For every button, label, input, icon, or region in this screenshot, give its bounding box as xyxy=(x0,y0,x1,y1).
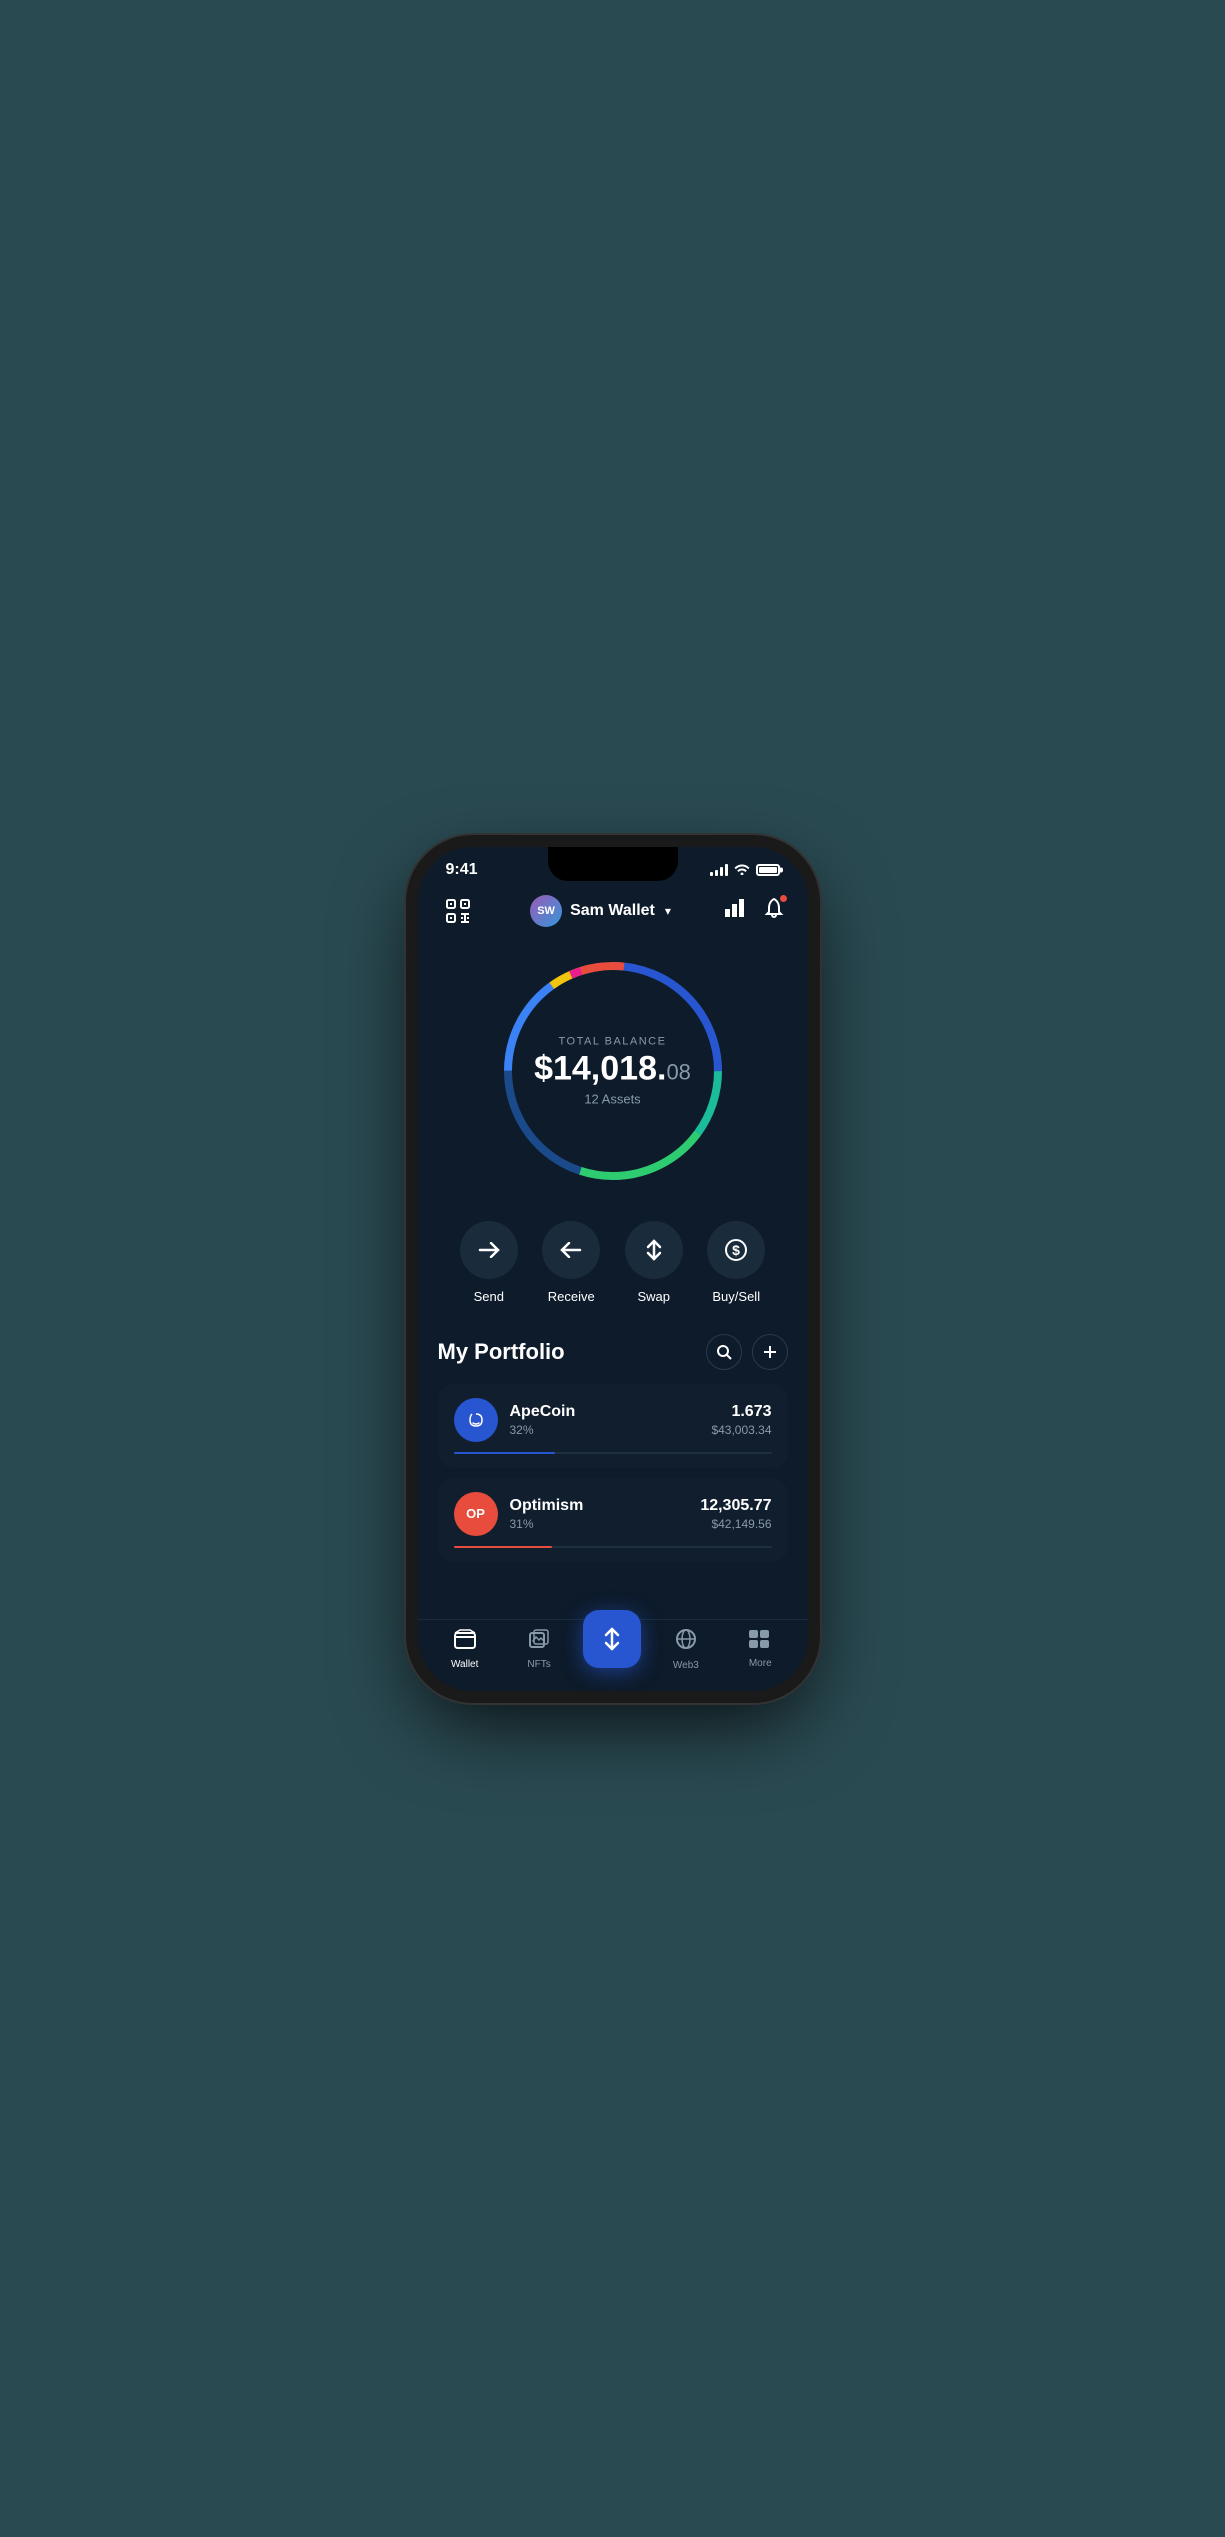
notification-bell[interactable] xyxy=(763,897,785,924)
swap-label: Swap xyxy=(637,1289,670,1304)
web3-nav-icon xyxy=(675,1628,697,1656)
ring-center: TOTAL BALANCE $14,018.08 12 Assets xyxy=(534,1035,691,1106)
nfts-nav-icon xyxy=(528,1629,550,1655)
more-nav-icon xyxy=(749,1630,771,1654)
svg-text:$: $ xyxy=(732,1242,740,1258)
swap-circle xyxy=(625,1221,683,1279)
status-icons xyxy=(710,862,780,878)
balance-amount: $14,018.08 xyxy=(534,1051,691,1085)
action-swap[interactable]: Swap xyxy=(625,1221,683,1304)
chevron-down-icon: ▾ xyxy=(665,904,671,918)
apecoin-usd: $43,003.34 xyxy=(711,1423,771,1437)
portfolio-actions xyxy=(706,1334,788,1370)
apecoin-progress-track xyxy=(454,1452,772,1454)
optimism-info: Optimism 31% xyxy=(510,1497,689,1531)
wallet-nav-icon xyxy=(454,1629,476,1655)
assets-count: 12 Assets xyxy=(534,1091,691,1106)
portfolio-section: My Portfolio xyxy=(418,1324,808,1619)
send-label: Send xyxy=(474,1289,504,1304)
status-time: 9:41 xyxy=(446,861,478,879)
nav-wallet-label: Wallet xyxy=(451,1659,478,1670)
apecoin-info: ApeCoin 32% xyxy=(510,1403,700,1437)
asset-row-apecoin: ApeCoin 32% 1.673 $43,003.34 xyxy=(454,1398,772,1442)
balance-cents: 08 xyxy=(666,1059,690,1084)
battery-icon xyxy=(756,864,780,876)
apecoin-progress-bar xyxy=(454,1452,556,1454)
phone-frame: 9:41 xyxy=(418,847,808,1691)
optimism-amount: 12,305.77 xyxy=(700,1497,771,1515)
nav-nfts-label: NFTs xyxy=(527,1659,550,1670)
header-right xyxy=(725,897,785,924)
nav-more[interactable]: More xyxy=(730,1630,790,1669)
apecoin-amount: 1.673 xyxy=(711,1403,771,1421)
search-button[interactable] xyxy=(706,1334,742,1370)
optimism-name: Optimism xyxy=(510,1497,689,1515)
actions-row: Send Receive xyxy=(418,1211,808,1324)
apecoin-logo xyxy=(454,1398,498,1442)
action-buysell[interactable]: $ Buy/Sell xyxy=(707,1221,765,1304)
asset-row-optimism: OP Optimism 31% 12,305.77 $42,149.56 xyxy=(454,1492,772,1536)
ring-wrapper: TOTAL BALANCE $14,018.08 12 Assets xyxy=(493,951,733,1191)
optimism-progress-track xyxy=(454,1546,772,1548)
asset-item-apecoin[interactable]: ApeCoin 32% 1.673 $43,003.34 xyxy=(438,1384,788,1468)
nav-wallet[interactable]: Wallet xyxy=(435,1629,495,1670)
chart-icon[interactable] xyxy=(725,899,747,923)
action-receive[interactable]: Receive xyxy=(542,1221,600,1304)
optimism-usd: $42,149.56 xyxy=(700,1517,771,1531)
nav-nfts[interactable]: NFTs xyxy=(509,1629,569,1670)
portfolio-title: My Portfolio xyxy=(438,1339,565,1365)
signal-bars-icon xyxy=(710,864,728,876)
portfolio-ring-container: TOTAL BALANCE $14,018.08 12 Assets xyxy=(418,941,808,1211)
buysell-circle: $ xyxy=(707,1221,765,1279)
portfolio-header: My Portfolio xyxy=(438,1334,788,1370)
optimism-values: 12,305.77 $42,149.56 xyxy=(700,1497,771,1531)
asset-item-optimism[interactable]: OP Optimism 31% 12,305.77 $42,149.56 xyxy=(438,1478,788,1562)
optimism-progress-bar xyxy=(454,1546,553,1548)
avatar: SW xyxy=(530,895,562,927)
apecoin-values: 1.673 $43,003.34 xyxy=(711,1403,771,1437)
balance-label: TOTAL BALANCE xyxy=(534,1035,691,1047)
optimism-logo: OP xyxy=(454,1492,498,1536)
notification-dot xyxy=(779,894,788,903)
scan-icon[interactable] xyxy=(440,893,476,929)
nav-center-swap[interactable] xyxy=(583,1610,641,1668)
nav-more-label: More xyxy=(749,1658,772,1669)
header: SW Sam Wallet ▾ xyxy=(418,885,808,941)
nav-web3[interactable]: Web3 xyxy=(656,1628,716,1671)
optimism-pct: 31% xyxy=(510,1517,689,1531)
nav-web3-label: Web3 xyxy=(673,1660,699,1671)
apecoin-pct: 32% xyxy=(510,1423,700,1437)
send-circle xyxy=(460,1221,518,1279)
wallet-name: Sam Wallet xyxy=(570,902,655,920)
add-asset-button[interactable] xyxy=(752,1334,788,1370)
action-send[interactable]: Send xyxy=(460,1221,518,1304)
receive-label: Receive xyxy=(548,1289,595,1304)
notch xyxy=(548,847,678,881)
phone-screen: 9:41 xyxy=(418,847,808,1691)
wallet-selector[interactable]: SW Sam Wallet ▾ xyxy=(530,895,671,927)
buysell-label: Buy/Sell xyxy=(712,1289,760,1304)
wifi-icon xyxy=(734,862,750,878)
bottom-nav: Wallet NFTs xyxy=(418,1619,808,1691)
receive-circle xyxy=(542,1221,600,1279)
apecoin-name: ApeCoin xyxy=(510,1403,700,1421)
